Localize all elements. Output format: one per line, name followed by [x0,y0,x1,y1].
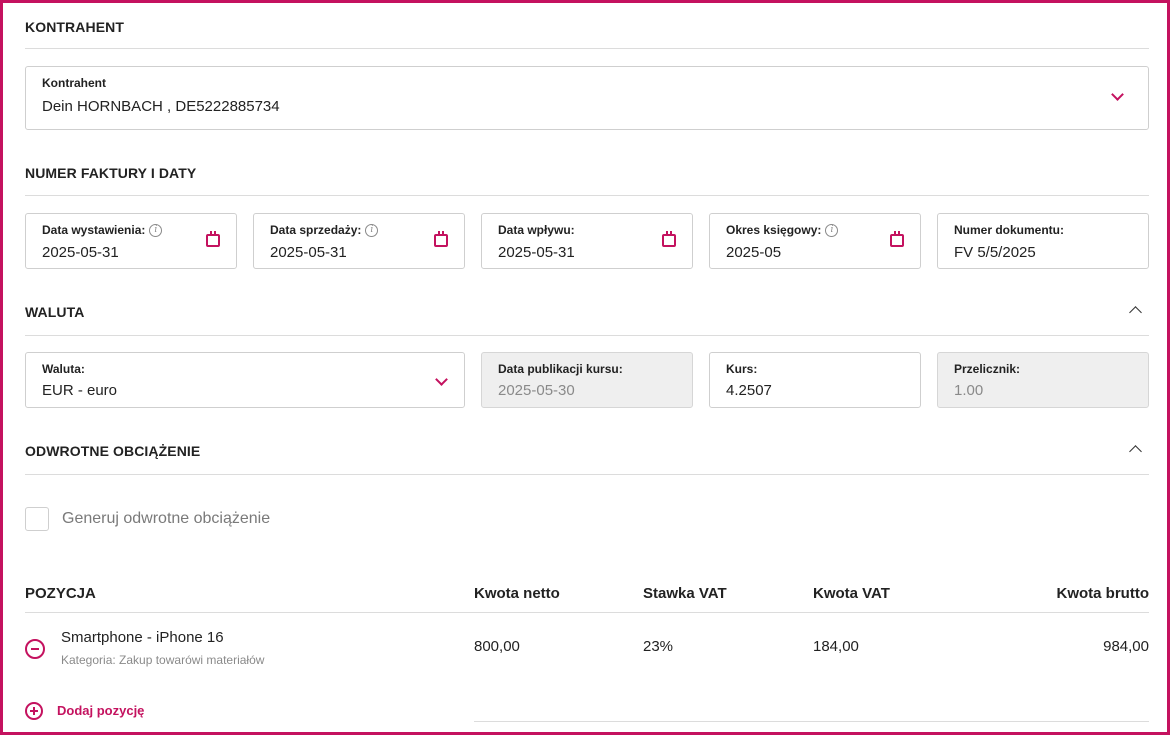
divider [25,474,1149,475]
contractor-select[interactable]: Kontrahent Dein HORNBACH , DE5222885734 [25,66,1149,130]
divider [25,195,1149,196]
item-category: Kategoria: Zakup towarówi materiałów [61,653,265,667]
contractor-field-value: Dein HORNBACH , DE5222885734 [42,98,280,115]
item-name: Smartphone - iPhone 16 [61,629,224,646]
divider [474,721,1149,722]
calendar-icon[interactable] [662,231,676,247]
contractor-field-label: Kontrahent [42,76,106,90]
document-number-field[interactable]: Numer dokumentu: FV 5/5/2025 [937,213,1149,269]
chevron-up-icon[interactable] [1129,445,1142,458]
document-number-value: FV 5/5/2025 [954,244,1036,261]
remove-item-icon[interactable] [25,639,45,659]
rate-label: Kurs: [726,362,758,376]
item-gross: 984,00 [1103,638,1149,655]
converter-value: 1.00 [954,382,984,399]
column-header-vat-amount: Kwota VAT [813,585,890,602]
info-icon[interactable]: i [149,223,163,237]
chevron-down-icon[interactable] [1111,88,1124,101]
rate-date-label: Data publikacji kursu: [498,362,623,376]
reverse-charge-label: Generuj odwrotne obciążenie [62,510,271,527]
accounting-period-field[interactable]: Okres księgowy: i 2025-05 [709,213,921,269]
column-header-net: Kwota netto [474,585,560,602]
currency-value: EUR - euro [42,382,118,399]
divider [25,48,1149,49]
add-item-link[interactable]: Dodaj pozycję [57,703,144,718]
add-item-icon[interactable] [25,702,43,720]
info-icon[interactable]: i [365,223,379,237]
divider [25,612,1149,613]
item-vat-rate: 23% [643,638,674,655]
currency-select[interactable]: Waluta: EUR - euro [25,352,465,408]
sale-date-label: Data sprzedaży: i [270,223,379,237]
rate-value: 4.2507 [726,382,772,399]
invoice-form-frame: KONTRAHENT Kontrahent Dein HORNBACH , DE… [0,0,1170,735]
converter-field: Przelicznik: 1.00 [937,352,1149,408]
issue-date-label-text: Data wystawienia: [42,223,146,237]
converter-label: Przelicznik: [954,362,1021,376]
sale-date-value: 2025-05-31 [270,244,347,261]
accounting-period-value: 2025-05 [726,244,782,261]
issue-date-field[interactable]: Data wystawienia: i 2025-05-31 [25,213,237,269]
item-vat-amount: 184,00 [813,638,859,655]
document-number-label: Numer dokumentu: [954,223,1065,237]
dates-section-title: NUMER FAKTURY I DATY [25,165,197,181]
receipt-date-value: 2025-05-31 [498,244,575,261]
column-header-position: POZYCJA [25,585,96,602]
receipt-date-label: Data wpływu: [498,223,575,237]
rate-date-value: 2025-05-30 [498,382,575,399]
rate-field[interactable]: Kurs: 4.2507 [709,352,921,408]
reverse-charge-section-title: ODWROTNE OBCIĄŻENIE [25,443,201,459]
info-icon[interactable]: i [825,223,839,237]
chevron-down-icon[interactable] [435,373,448,386]
accounting-period-label-text: Okres księgowy: [726,223,822,237]
column-header-vat-rate: Stawka VAT [643,585,727,602]
chevron-up-icon[interactable] [1129,306,1142,319]
currency-section-title: WALUTA [25,304,85,320]
sale-date-label-text: Data sprzedaży: [270,223,362,237]
divider [25,335,1149,336]
calendar-icon[interactable] [890,231,904,247]
accounting-period-label: Okres księgowy: i [726,223,839,237]
receipt-date-field[interactable]: Data wpływu: 2025-05-31 [481,213,693,269]
currency-label: Waluta: [42,362,85,376]
calendar-icon[interactable] [434,231,448,247]
issue-date-label: Data wystawienia: i [42,223,163,237]
reverse-charge-checkbox[interactable] [25,507,49,531]
column-header-gross: Kwota brutto [1056,585,1149,602]
issue-date-value: 2025-05-31 [42,244,119,261]
contractor-section-title: KONTRAHENT [25,19,124,35]
item-net: 800,00 [474,638,520,655]
calendar-icon[interactable] [206,231,220,247]
rate-date-field: Data publikacji kursu: 2025-05-30 [481,352,693,408]
sale-date-field[interactable]: Data sprzedaży: i 2025-05-31 [253,213,465,269]
